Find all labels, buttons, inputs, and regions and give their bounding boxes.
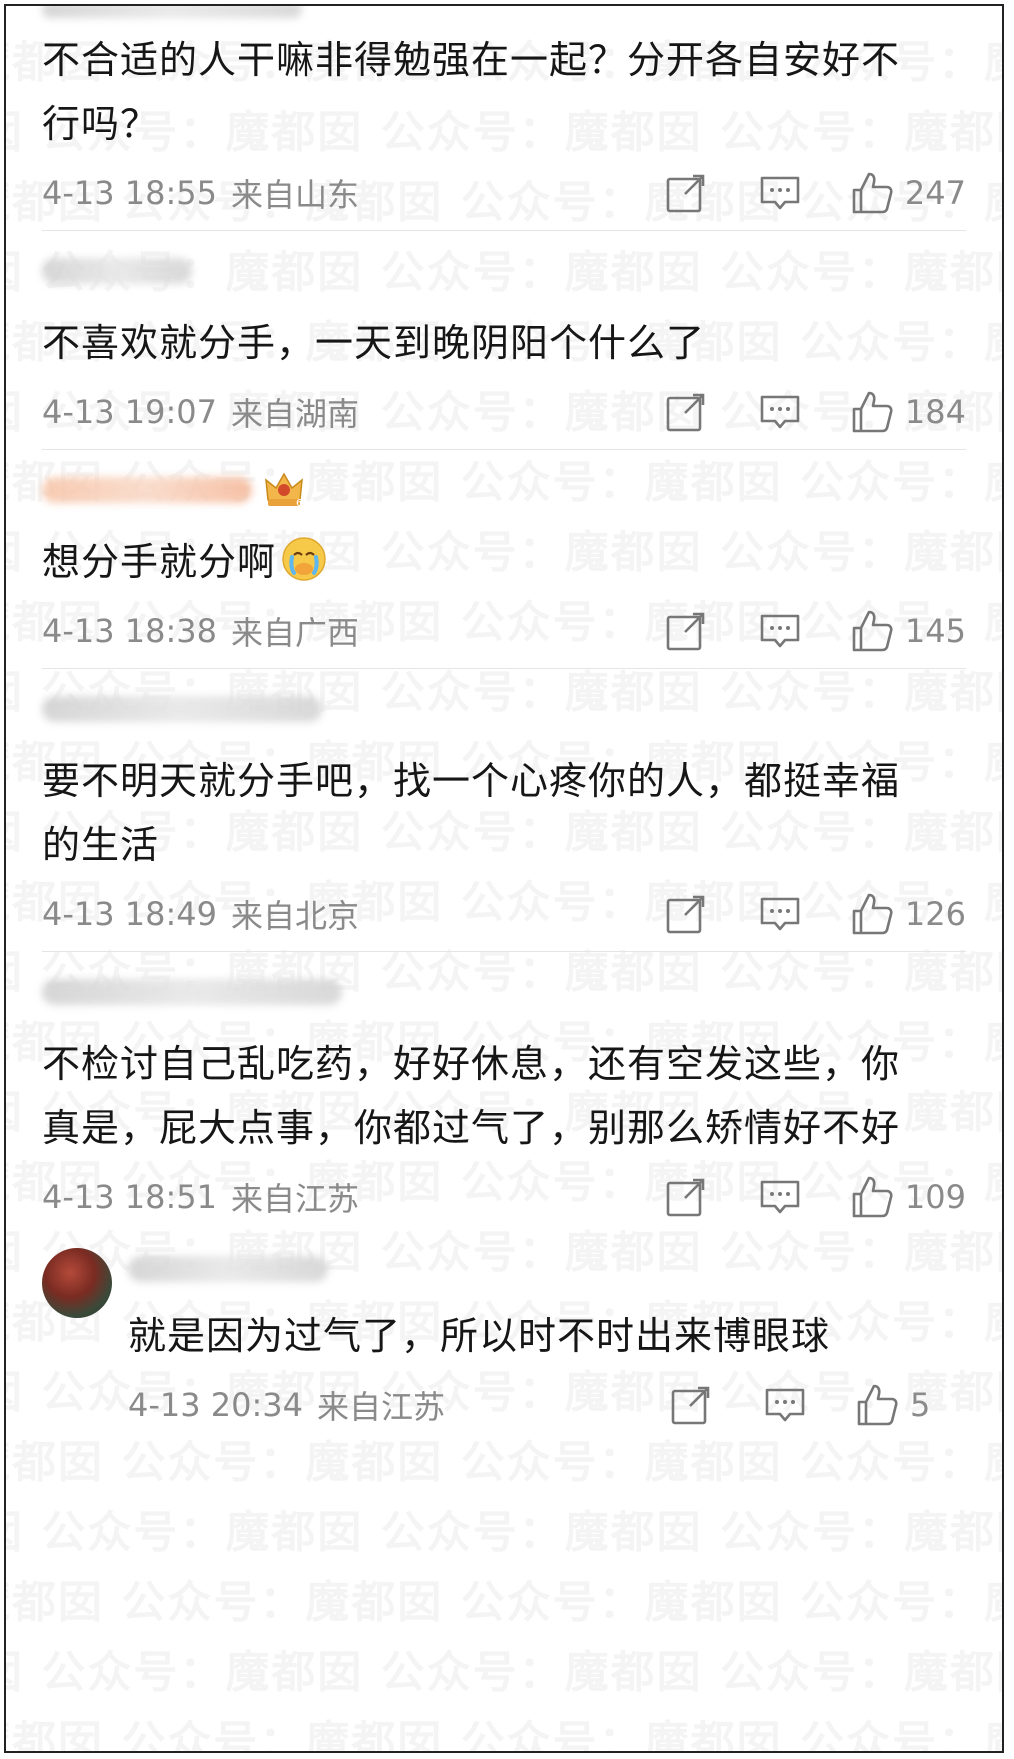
like-count: 184	[904, 393, 966, 431]
comment-meta: 4-13 19:07 来自湖南 184	[42, 375, 966, 449]
username-blurred[interactable]	[42, 952, 966, 1032]
comment-text: 不喜欢就分手，一天到晚阴阳个什么了	[42, 321, 706, 365]
comment-time: 4-13 18:55	[42, 174, 218, 212]
username-blurred[interactable]	[42, 231, 966, 311]
share-icon[interactable]	[663, 608, 709, 654]
like-icon[interactable]	[849, 1174, 895, 1220]
share-icon[interactable]	[663, 891, 709, 937]
comment-location: 来自湖南	[231, 395, 360, 433]
like-icon[interactable]	[849, 389, 895, 435]
comment-meta: 4-13 18:55 来自山东 247	[42, 156, 966, 230]
watermark-row: 魔都囡 公众号：魔都囡 公众号：魔都囡 公众号：魔都囡	[6, 1566, 1002, 1630]
username-blur	[42, 696, 322, 722]
username-blur	[42, 6, 302, 18]
reply-meta: 4-13 20:34 来自江苏 5	[128, 1368, 966, 1442]
comment-list-screenshot: 魔都囡 公众号：魔都囡 公众号：魔都囡 公众号：魔都囡 魔都囡 公众号：魔都囡 …	[4, 4, 1004, 1753]
watermark-row: 魔都囡 公众号：魔都囡 公众号：魔都囡 公众号：魔都囡	[6, 1496, 1002, 1560]
like-count: 145	[904, 612, 966, 650]
avatar[interactable]	[42, 1248, 112, 1318]
svg-text:6: 6	[296, 498, 302, 509]
like-count: 247	[904, 174, 966, 212]
like-count: 109	[904, 1178, 966, 1216]
comment-actions: 247	[663, 170, 966, 216]
comment-icon[interactable]	[757, 608, 803, 654]
username-blurred[interactable]	[42, 6, 966, 28]
comment-location: 来自江苏	[231, 1180, 360, 1218]
username-blurred[interactable]: 6	[42, 450, 966, 530]
username-blur	[42, 979, 342, 1005]
like-icon[interactable]	[849, 170, 895, 216]
comment-item: 不喜欢就分手，一天到晚阴阳个什么了 4-13 19:07 来自湖南 184	[42, 231, 966, 450]
username-blur	[42, 258, 192, 284]
comment-icon[interactable]	[757, 891, 803, 937]
comment-text: 要不明天就分手吧，找一个心疼你的人，都挺幸福的生活	[42, 759, 901, 867]
reply-time: 4-13 20:34	[128, 1386, 304, 1424]
comment-location: 来自广西	[231, 614, 360, 652]
comment-actions: 145	[663, 608, 966, 654]
username-blur	[42, 477, 252, 503]
comment-meta: 4-13 18:51 来自江苏 109	[42, 1160, 966, 1234]
comment-icon[interactable]	[757, 170, 803, 216]
comment-icon[interactable]	[757, 389, 803, 435]
share-icon[interactable]	[663, 170, 709, 216]
share-icon[interactable]	[668, 1382, 714, 1428]
crying-face-emoji	[280, 535, 328, 583]
comment-item: 不检讨自己乱吃药，好好休息，还有空发这些，你真是，屁大点事，你都过气了，别那么矫…	[42, 952, 966, 1234]
comment-text-row: 想分手就分啊	[42, 530, 966, 594]
comment-time: 4-13 19:07	[42, 393, 218, 431]
like-count: 5	[910, 1386, 931, 1424]
like-count: 126	[904, 895, 966, 933]
like-icon[interactable]	[854, 1382, 900, 1428]
reply-actions: 5	[668, 1382, 966, 1428]
reply-item: 就是因为过气了，所以时不时出来博眼球 4-13 20:34 来自江苏 5	[42, 1234, 966, 1442]
comment-time: 4-13 18:51	[42, 1178, 218, 1216]
comment-location: 来自山东	[231, 176, 360, 214]
comment-actions: 109	[663, 1174, 966, 1220]
share-icon[interactable]	[663, 1174, 709, 1220]
crown-level-6-badge: 6	[262, 470, 306, 510]
comment-text: 不检讨自己乱吃药，好好休息，还有空发这些，你真是，屁大点事，你都过气了，别那么矫…	[42, 1042, 901, 1150]
comment-text: 不合适的人干嘛非得勉强在一起？分开各自安好不行吗？	[42, 38, 901, 146]
comment-item: 要不明天就分手吧，找一个心疼你的人，都挺幸福的生活 4-13 18:49 来自北…	[42, 669, 966, 952]
reply-location: 来自江苏	[317, 1388, 446, 1426]
comment-item: 不合适的人干嘛非得勉强在一起？分开各自安好不行吗？ 4-13 18:55 来自山…	[42, 6, 966, 231]
username-blurred[interactable]	[128, 1234, 966, 1304]
username-blurred[interactable]	[42, 669, 966, 749]
comment-meta: 4-13 18:49 来自北京 126	[42, 877, 966, 951]
comment-location: 来自北京	[231, 897, 360, 935]
share-icon[interactable]	[663, 389, 709, 435]
username-blur	[128, 1256, 328, 1282]
comment-time: 4-13 18:49	[42, 895, 218, 933]
like-icon[interactable]	[849, 891, 895, 937]
comment-actions: 184	[663, 389, 966, 435]
like-icon[interactable]	[849, 608, 895, 654]
reply-body: 就是因为过气了，所以时不时出来博眼球 4-13 20:34 来自江苏 5	[128, 1234, 966, 1442]
watermark-row: 魔都囡 公众号：魔都囡 公众号：魔都囡 公众号：魔都囡	[6, 1706, 1002, 1751]
comment-meta: 4-13 18:38 来自广西 145	[42, 594, 966, 668]
comment-item: 6 想分手就分啊 4-13 18:38 来自广西 145	[42, 450, 966, 669]
comment-icon[interactable]	[757, 1174, 803, 1220]
comment-icon[interactable]	[762, 1382, 808, 1428]
comment-time: 4-13 18:38	[42, 612, 218, 650]
comment-actions: 126	[663, 891, 966, 937]
comment-text: 想分手就分啊	[42, 540, 277, 584]
reply-text: 就是因为过气了，所以时不时出来博眼球	[128, 1314, 831, 1358]
watermark-row: 魔都囡 公众号：魔都囡 公众号：魔都囡 公众号：魔都囡	[6, 1636, 1002, 1700]
